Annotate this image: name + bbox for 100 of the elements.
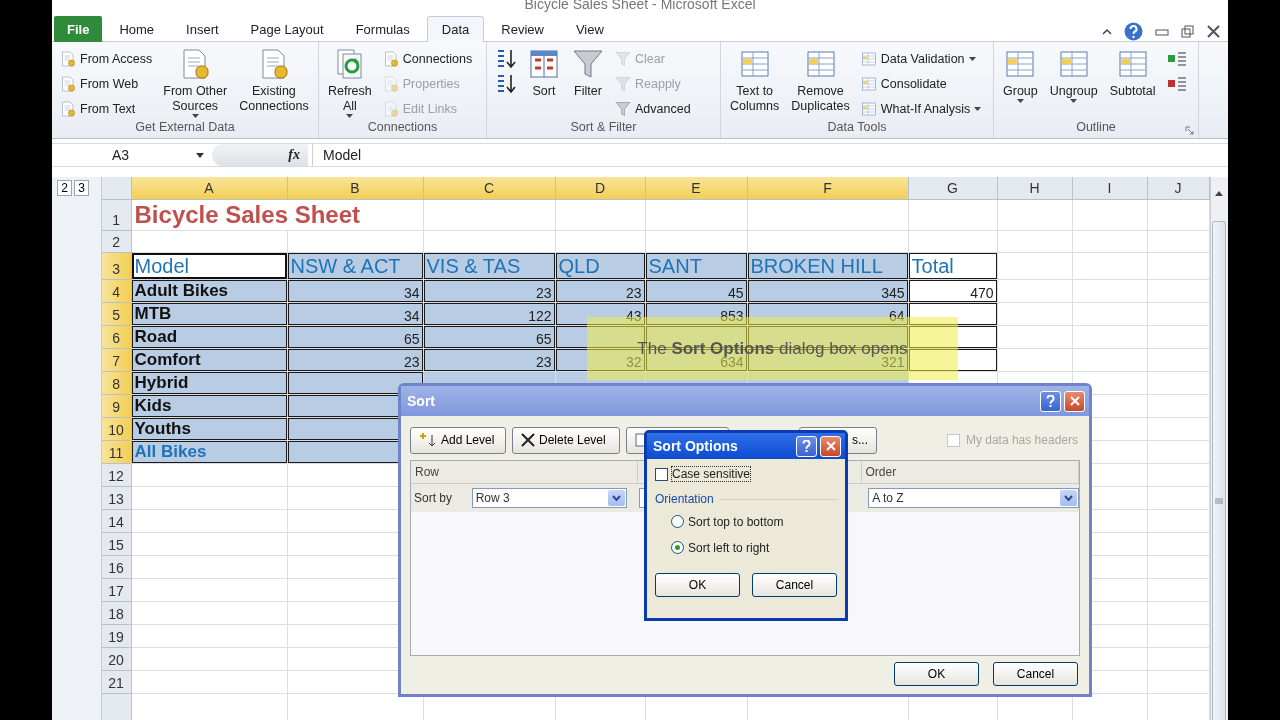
ribbon-tab[interactable]: Formulas (340, 16, 425, 42)
table-cell: 853 (645, 303, 748, 326)
row-header[interactable]: 19 (101, 625, 132, 648)
formula-field[interactable]: Model (312, 144, 1228, 166)
ribbon-button[interactable]: Refresh All (325, 46, 375, 120)
ribbon-button[interactable]: Group (1000, 46, 1041, 120)
row-header[interactable]: 6 (101, 326, 132, 349)
row-header[interactable]: 15 (101, 533, 132, 556)
row-header[interactable]: 17 (101, 579, 132, 602)
ribbon-tab[interactable]: Data (426, 16, 485, 42)
close-button[interactable] (820, 435, 841, 457)
ribbon-button[interactable]: Connections (380, 48, 475, 70)
row-header[interactable]: 1 (101, 200, 132, 231)
table-cell: MTB (131, 303, 288, 326)
dialog-title: Sort Options (653, 438, 738, 454)
dropdown-field[interactable]: A to Z (868, 488, 1079, 508)
scroll-up-icon[interactable] (1214, 189, 1225, 197)
function-button[interactable]: fx (288, 147, 300, 163)
table-cell (1147, 510, 1210, 533)
row-header[interactable]: 4 (101, 280, 132, 303)
ribbon-button[interactable]: From Access (58, 48, 155, 70)
outline-level-button[interactable]: 3 (74, 180, 89, 196)
ribbon-button[interactable]: Subtotal (1106, 46, 1159, 120)
ribbon-tab[interactable]: Insert (171, 16, 234, 42)
row-header[interactable]: 9 (101, 395, 132, 418)
close-icon[interactable] (1207, 25, 1220, 38)
ribbon-tab[interactable]: File (54, 16, 103, 42)
checkbox[interactable] (655, 467, 668, 481)
column-header[interactable]: A (131, 177, 288, 200)
row-header[interactable]: 7 (101, 349, 132, 372)
column-header[interactable]: J (1147, 177, 1210, 200)
ribbon-button[interactable]: Consolidate (858, 73, 984, 95)
ribbon-button[interactable]: Ungroup (1046, 46, 1101, 120)
column-header[interactable]: E (645, 177, 748, 200)
toolbar-button[interactable]: Add Level (410, 426, 506, 454)
table-cell: 43 (555, 303, 646, 326)
name-box[interactable]: A3 (52, 144, 212, 166)
ribbon-button[interactable]: Advanced (613, 98, 693, 120)
table-cell: NSW & ACT (287, 253, 424, 280)
column-header[interactable]: F (747, 177, 909, 200)
row-header[interactable]: 2 (101, 231, 132, 253)
row-header[interactable]: 5 (101, 303, 132, 326)
column-header[interactable]: G (908, 177, 998, 200)
outline-icon (1166, 50, 1187, 68)
outline-level-button[interactable]: 2 (57, 180, 72, 196)
ribbon-tab[interactable]: View (560, 16, 619, 42)
radio-button[interactable] (671, 515, 684, 528)
ribbon-button[interactable]: Remove Duplicates (788, 46, 853, 120)
row-header[interactable]: 20 (101, 648, 132, 671)
row-header[interactable]: 14 (101, 510, 132, 533)
column-header[interactable]: I (1072, 177, 1148, 200)
column-header[interactable]: C (423, 177, 556, 200)
table-icon (860, 101, 877, 117)
row-header[interactable]: 3 (101, 253, 132, 280)
ribbon-button[interactable]: Existing Connections (236, 46, 312, 120)
ribbon-tab[interactable]: Page Layout (235, 16, 339, 42)
ribbon-button[interactable]: From Web (58, 73, 155, 95)
ribbon-tab[interactable]: Review (486, 16, 559, 42)
ribbon-button[interactable]: From Text (58, 98, 155, 120)
chevron-icon (1064, 495, 1073, 501)
dropdown-button[interactable] (1060, 490, 1077, 506)
ribbon-button[interactable]: What-If Analysis (858, 98, 984, 120)
column-header[interactable]: D (555, 177, 646, 200)
table-icon (1057, 48, 1090, 80)
table-icon (860, 76, 877, 92)
row-header[interactable]: 8 (101, 372, 132, 395)
column-header[interactable]: B (287, 177, 424, 200)
dialog-button[interactable]: Cancel (752, 573, 837, 597)
collapse-icon[interactable] (1102, 28, 1112, 35)
ribbon-button[interactable]: Sort (525, 46, 563, 120)
row-header[interactable]: 16 (101, 556, 132, 579)
restore-icon[interactable] (1181, 25, 1195, 38)
launcher-icon[interactable] (1185, 126, 1194, 135)
minimize-icon[interactable] (1155, 27, 1169, 36)
radio-button[interactable] (671, 541, 684, 554)
row-header[interactable]: 13 (101, 487, 132, 510)
row-header[interactable]: 10 (101, 418, 132, 441)
close-button[interactable] (1064, 390, 1085, 412)
dialog-button[interactable]: OK (894, 662, 979, 686)
row-header[interactable]: 18 (101, 602, 132, 625)
help-button[interactable] (796, 435, 817, 457)
ribbon-button[interactable]: Data Validation (858, 48, 984, 70)
dropdown-field[interactable]: Row 3 (471, 488, 627, 508)
toolbar-button[interactable]: Delete Level (512, 426, 620, 454)
table-cell: 470 (908, 280, 998, 303)
help-button[interactable] (1040, 390, 1061, 412)
dropdown-button[interactable] (607, 490, 625, 506)
row-header[interactable]: 21 (101, 671, 132, 694)
dialog-button[interactable]: Cancel (993, 662, 1078, 686)
ribbon-tab[interactable]: Home (104, 16, 170, 42)
column-header[interactable]: H (997, 177, 1073, 200)
ribbon-button[interactable]: From Other Sources (160, 46, 231, 120)
ribbon-button[interactable]: Filter (569, 46, 607, 120)
row-header[interactable]: 11 (101, 441, 132, 464)
ribbon-button[interactable]: Text to Columns (727, 46, 783, 120)
group-label: Get External Data (134, 120, 236, 136)
row-header[interactable]: 12 (101, 464, 132, 487)
close-icon (1069, 396, 1080, 406)
dialog-button[interactable]: OK (655, 573, 740, 597)
help-icon[interactable] (1124, 22, 1143, 41)
